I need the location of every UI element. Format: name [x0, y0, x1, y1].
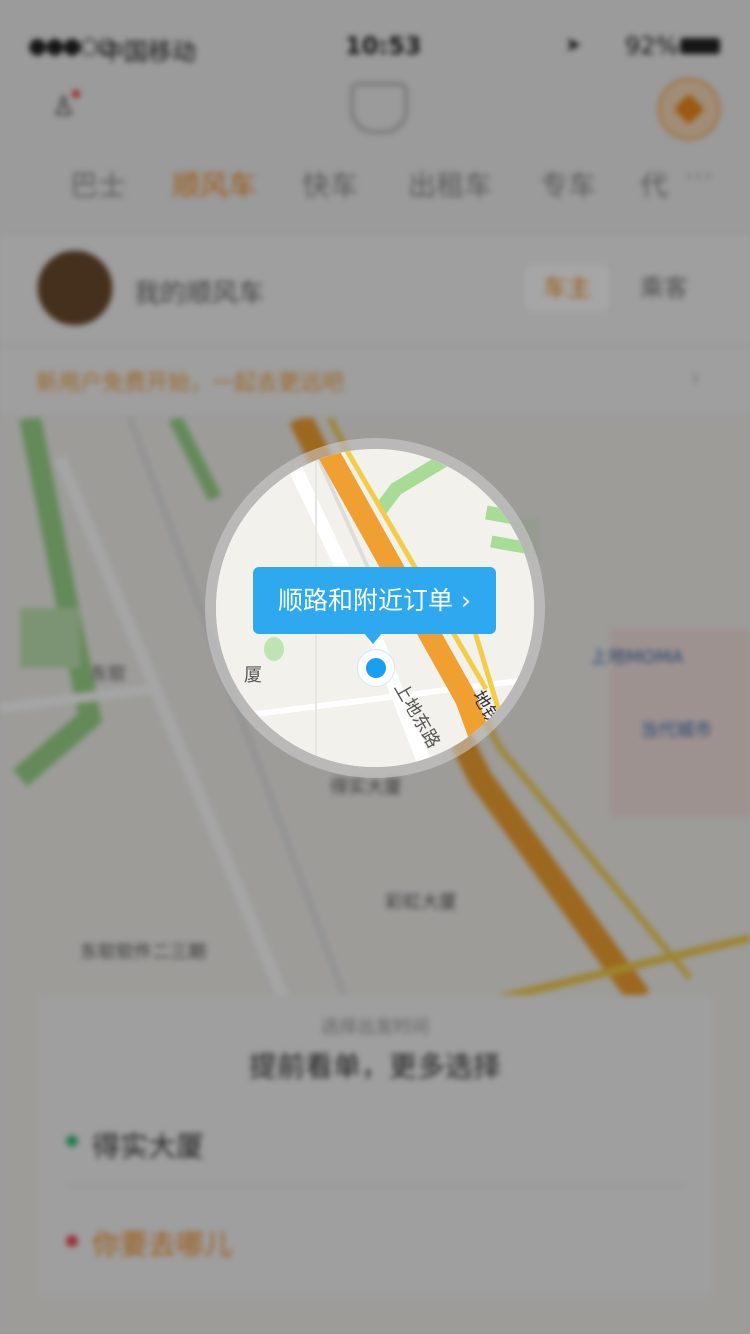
- current-location-icon: [366, 658, 386, 678]
- tooltip-pointer: [363, 632, 383, 644]
- map-label-building: 厦: [244, 665, 262, 686]
- nearby-orders-tooltip[interactable]: 顺路和附近订单 ›: [253, 567, 496, 634]
